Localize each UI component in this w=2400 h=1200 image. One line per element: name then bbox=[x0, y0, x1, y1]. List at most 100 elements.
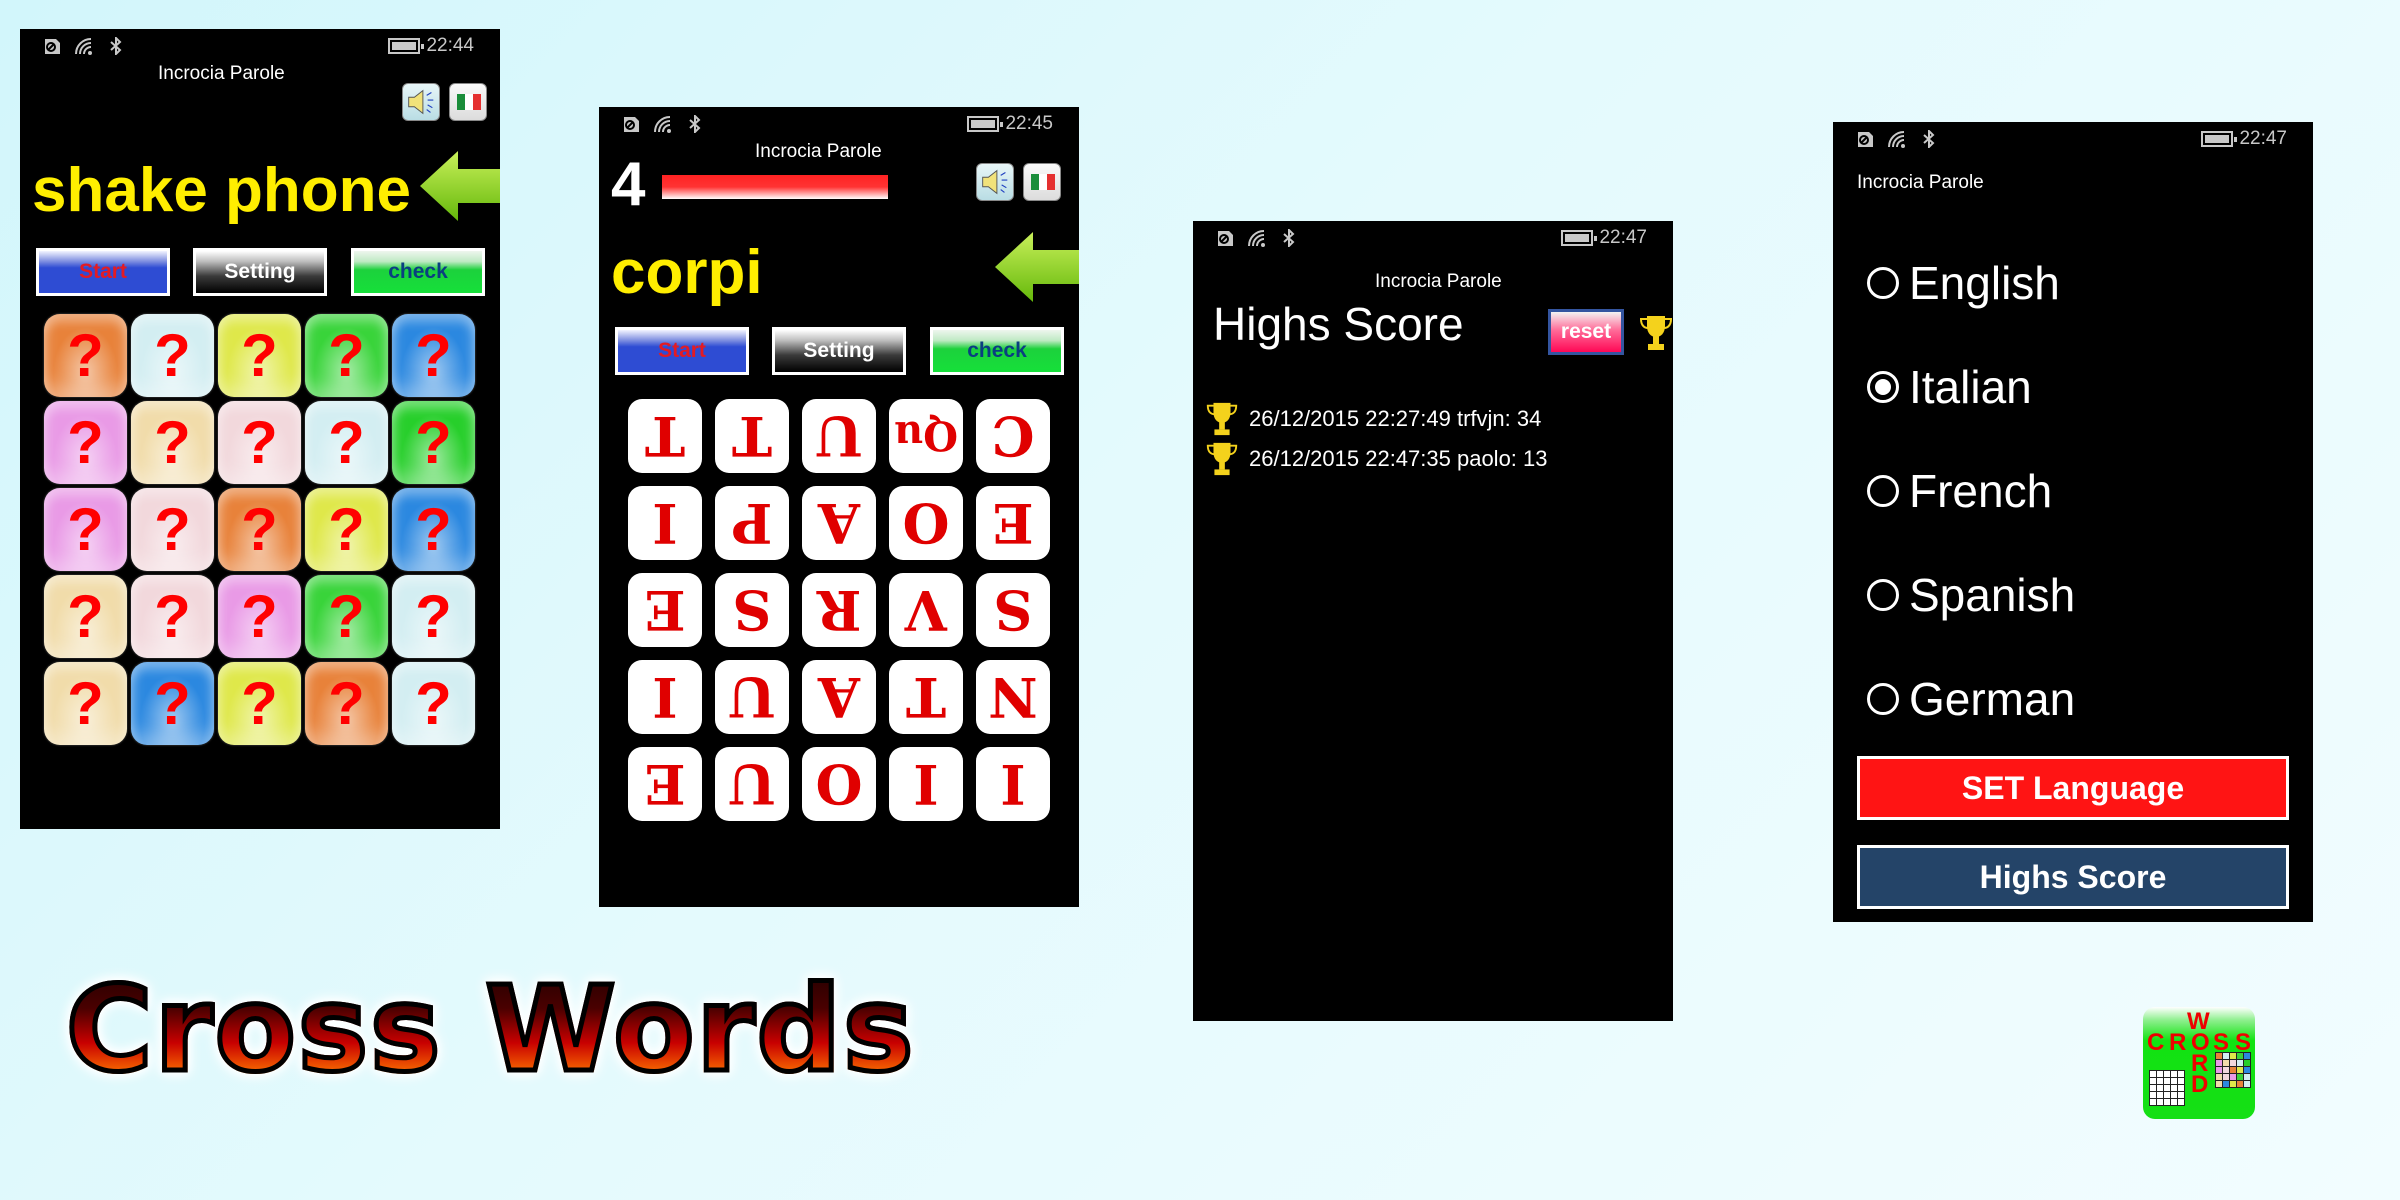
start-button[interactable]: Start bbox=[615, 327, 749, 375]
mystery-tile[interactable]: ? bbox=[131, 314, 214, 397]
mini-tile bbox=[2216, 1081, 2222, 1087]
arrow-left-icon[interactable] bbox=[993, 230, 1079, 304]
mystery-tile[interactable]: ? bbox=[218, 575, 301, 658]
language-option-english[interactable]: English bbox=[1867, 256, 2060, 310]
mini-tile bbox=[2216, 1053, 2222, 1059]
mini-tile bbox=[2171, 1092, 2177, 1098]
letter-tile[interactable]: R bbox=[802, 573, 876, 647]
letter-tile[interactable]: I bbox=[628, 660, 702, 734]
mystery-tile[interactable]: ? bbox=[131, 488, 214, 571]
letter-tile[interactable]: O bbox=[889, 486, 963, 560]
letter-tile[interactable]: Qu bbox=[889, 399, 963, 473]
check-button[interactable]: check bbox=[351, 248, 485, 296]
mystery-tile[interactable]: ? bbox=[305, 488, 388, 571]
mystery-tile[interactable]: ? bbox=[44, 575, 127, 658]
arrow-left-icon[interactable] bbox=[418, 149, 500, 223]
letter-tile[interactable]: E bbox=[976, 486, 1050, 560]
letter-tile[interactable]: T bbox=[628, 399, 702, 473]
speaker-icon bbox=[982, 169, 1008, 195]
mystery-tile[interactable]: ? bbox=[218, 401, 301, 484]
mystery-tile[interactable]: ? bbox=[392, 488, 475, 571]
mystery-tile[interactable]: ? bbox=[392, 314, 475, 397]
letter-tile[interactable]: U bbox=[715, 660, 789, 734]
letter-tile[interactable]: S bbox=[976, 573, 1050, 647]
italy-flag-icon bbox=[1031, 174, 1055, 190]
letter-tile[interactable]: I bbox=[976, 747, 1050, 821]
letter-tile[interactable]: T bbox=[715, 399, 789, 473]
score-entry: 26/12/2015 22:47:35 paolo: 13 bbox=[1205, 441, 1548, 477]
mystery-tile[interactable]: ? bbox=[218, 488, 301, 571]
radio-button[interactable] bbox=[1867, 371, 1899, 403]
letter-tile[interactable]: V bbox=[889, 573, 963, 647]
mini-tile bbox=[2244, 1060, 2250, 1066]
mystery-tile[interactable]: ? bbox=[44, 488, 127, 571]
highs-score-button[interactable]: Highs Score bbox=[1857, 845, 2289, 909]
letter-tile[interactable]: E bbox=[628, 747, 702, 821]
page-title: Highs Score bbox=[1213, 298, 1464, 350]
letter-tile[interactable]: A bbox=[802, 486, 876, 560]
current-score: 4 bbox=[611, 150, 646, 219]
mystery-tile[interactable]: ? bbox=[305, 575, 388, 658]
mystery-tile[interactable]: ? bbox=[44, 401, 127, 484]
radio-button[interactable] bbox=[1867, 267, 1899, 299]
language-option-italian[interactable]: Italian bbox=[1867, 360, 2032, 414]
mystery-tile[interactable]: ? bbox=[44, 314, 127, 397]
mystery-tile[interactable]: ? bbox=[131, 401, 214, 484]
mystery-tile[interactable]: ? bbox=[305, 314, 388, 397]
setting-button[interactable]: Setting bbox=[772, 327, 906, 375]
setting-button[interactable]: Setting bbox=[193, 248, 327, 296]
letter-tile[interactable]: T bbox=[889, 660, 963, 734]
mystery-tile[interactable]: ? bbox=[392, 575, 475, 658]
battery-charging-icon bbox=[967, 116, 1004, 132]
mini-tile bbox=[2237, 1060, 2243, 1066]
letter-tile[interactable]: C bbox=[976, 399, 1050, 473]
language-flag-button[interactable] bbox=[1023, 163, 1061, 201]
mystery-tile[interactable]: ? bbox=[44, 662, 127, 745]
score-entry-text: 26/12/2015 22:27:49 trfvjn: 34 bbox=[1249, 406, 1542, 431]
letter-tile[interactable]: U bbox=[802, 399, 876, 473]
status-bar: 22:47 bbox=[1833, 122, 2313, 156]
mystery-tile[interactable]: ? bbox=[305, 401, 388, 484]
italy-flag-icon bbox=[457, 94, 481, 110]
sound-toggle-button[interactable] bbox=[976, 163, 1014, 201]
trophy-icon bbox=[1206, 442, 1238, 476]
mystery-tile[interactable]: ? bbox=[218, 662, 301, 745]
mystery-tile[interactable]: ? bbox=[392, 662, 475, 745]
letter-tile[interactable]: P bbox=[715, 486, 789, 560]
mini-tile bbox=[2178, 1071, 2184, 1077]
mini-tile bbox=[2178, 1085, 2184, 1091]
start-button[interactable]: Start bbox=[36, 248, 170, 296]
letter-tile[interactable]: O bbox=[802, 747, 876, 821]
set-language-button[interactable]: SET Language bbox=[1857, 756, 2289, 820]
letter-tile[interactable]: S bbox=[715, 573, 789, 647]
mystery-tile[interactable]: ? bbox=[131, 662, 214, 745]
language-option-french[interactable]: French bbox=[1867, 464, 2052, 518]
mystery-tile[interactable]: ? bbox=[305, 662, 388, 745]
check-button[interactable]: check bbox=[930, 327, 1064, 375]
mini-tile bbox=[2164, 1092, 2170, 1098]
bluetooth-icon bbox=[689, 115, 701, 133]
status-bar: 22:44 bbox=[20, 29, 500, 63]
letter-tile[interactable]: N bbox=[976, 660, 1050, 734]
mystery-tile[interactable]: ? bbox=[392, 401, 475, 484]
sound-toggle-button[interactable] bbox=[402, 83, 440, 121]
bluetooth-icon bbox=[1283, 229, 1295, 247]
mystery-tile[interactable]: ? bbox=[218, 314, 301, 397]
phone-screen-game: 22:45 Incrocia Parole 4 corpi Start Sett… bbox=[599, 107, 1079, 907]
reset-button[interactable]: reset bbox=[1548, 309, 1624, 355]
mystery-tile[interactable]: ? bbox=[131, 575, 214, 658]
letter-tile[interactable]: E bbox=[628, 573, 702, 647]
mini-tile bbox=[2230, 1074, 2236, 1080]
radio-button[interactable] bbox=[1867, 579, 1899, 611]
radio-button[interactable] bbox=[1867, 683, 1899, 715]
letter-tile[interactable]: I bbox=[628, 486, 702, 560]
language-flag-button[interactable] bbox=[449, 83, 487, 121]
letter-tile[interactable]: A bbox=[802, 660, 876, 734]
language-option-spanish[interactable]: Spanish bbox=[1867, 568, 2075, 622]
app-title: Incrocia Parole bbox=[158, 63, 285, 84]
letter-tile[interactable]: I bbox=[889, 747, 963, 821]
language-option-german[interactable]: German bbox=[1867, 672, 2075, 726]
mini-tile bbox=[2237, 1081, 2243, 1087]
radio-button[interactable] bbox=[1867, 475, 1899, 507]
letter-tile[interactable]: U bbox=[715, 747, 789, 821]
